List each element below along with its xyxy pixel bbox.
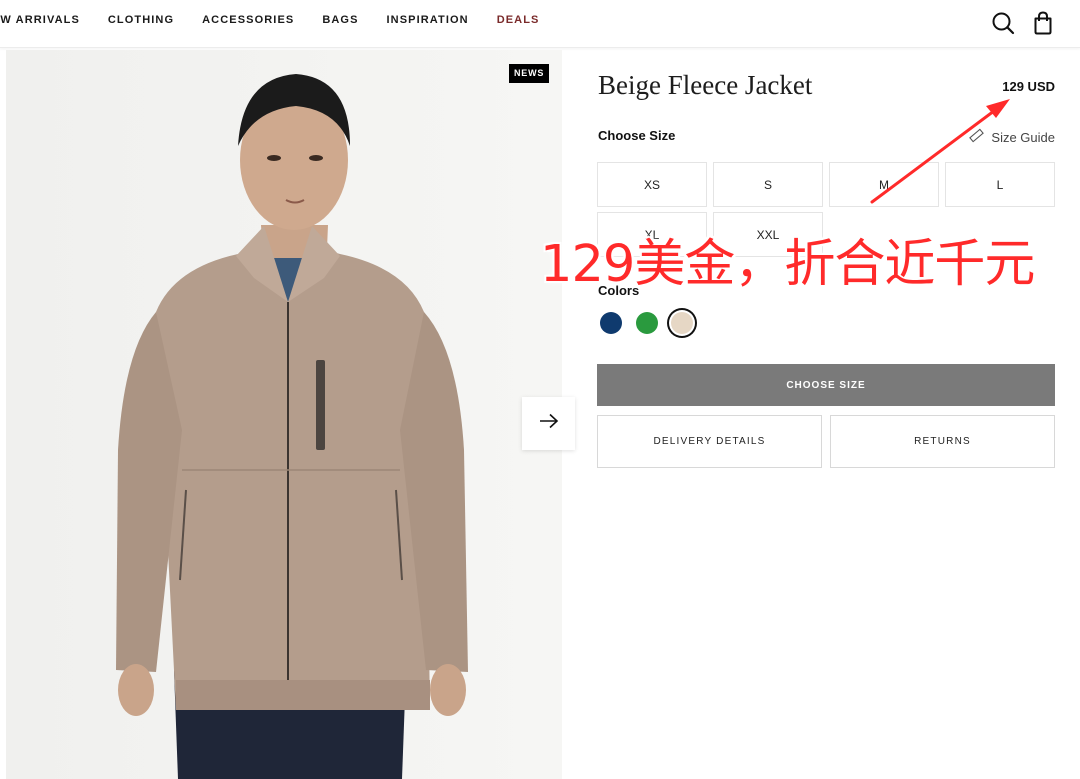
product-title: Beige Fleece Jacket — [598, 70, 813, 100]
nav-item-deals[interactable]: DEALS — [497, 14, 540, 26]
arrow-right-icon — [539, 413, 559, 434]
size-guide-link[interactable]: Size Guide — [968, 127, 1055, 147]
nav-item-bags[interactable]: BAGS — [322, 14, 358, 26]
product-price: 129 USD — [1002, 79, 1055, 94]
nav-item-new-arrivals[interactable]: EW ARRIVALS — [0, 14, 80, 26]
delivery-details-button[interactable]: DELIVERY DETAILS — [597, 415, 822, 468]
size-option-m[interactable]: M — [829, 162, 939, 207]
jacket-model-illustration — [6, 50, 562, 779]
product-image — [6, 50, 562, 779]
color-swatch-navy[interactable] — [600, 312, 622, 334]
search-icon[interactable] — [989, 9, 1017, 37]
size-option-s[interactable]: S — [713, 162, 823, 207]
returns-button[interactable]: RETURNS — [830, 415, 1055, 468]
news-badge: NEWS — [509, 64, 550, 83]
shopping-bag-icon[interactable] — [1029, 9, 1057, 37]
next-image-button[interactable] — [522, 397, 575, 450]
choose-size-heading: Choose Size — [598, 128, 676, 143]
size-option-l[interactable]: L — [945, 162, 1055, 207]
ruler-icon — [968, 127, 985, 147]
top-navigation: EW ARRIVALS CLOTHING ACCESSORIES BAGS IN… — [0, 0, 1080, 48]
size-option-xs[interactable]: XS — [597, 162, 707, 207]
nav-item-accessories[interactable]: ACCESSORIES — [202, 14, 294, 26]
size-guide-label: Size Guide — [991, 129, 1055, 145]
nav-item-inspiration[interactable]: INSPIRATION — [387, 14, 469, 26]
choose-size-button[interactable]: CHOOSE SIZE — [597, 364, 1055, 406]
color-swatch-beige[interactable] — [671, 312, 693, 334]
color-swatch-green[interactable] — [636, 312, 658, 334]
nav-item-clothing[interactable]: CLOTHING — [108, 14, 174, 26]
nav-menu: EW ARRIVALS CLOTHING ACCESSORIES BAGS IN… — [0, 14, 567, 26]
price-annotation: 129美金，折合近千元 — [540, 235, 1035, 294]
